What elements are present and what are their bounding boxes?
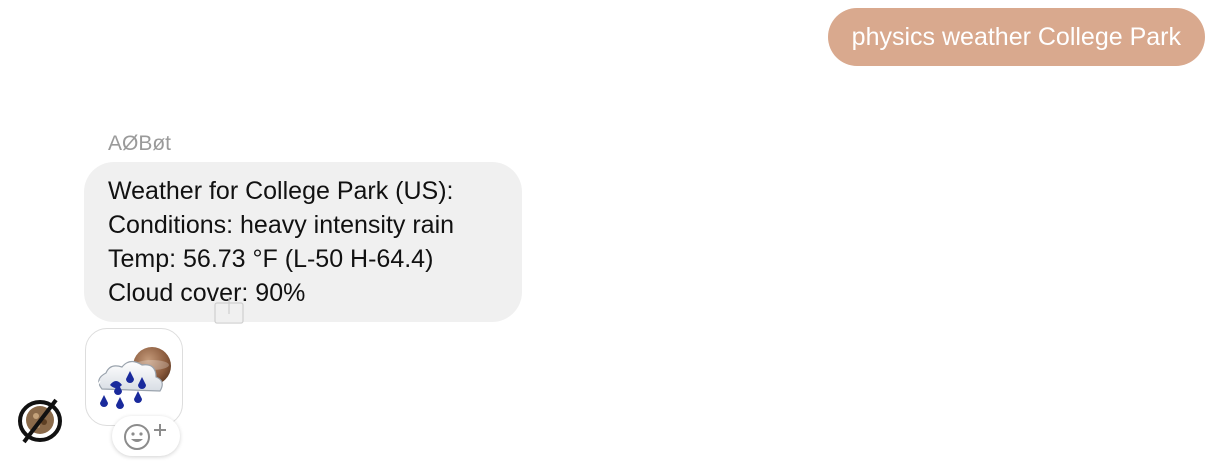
bot-avatar-icon xyxy=(18,398,62,444)
user-message-bubble[interactable]: physics weather College Park xyxy=(827,8,1205,66)
user-message-text: physics weather College Park xyxy=(851,23,1181,51)
bot-avatar[interactable] xyxy=(16,396,66,446)
weather-temp-line: Temp: 56.73 °F (L-50 H-64.4) xyxy=(108,245,434,273)
bot-sender-name: AØBøt xyxy=(108,132,172,155)
weather-cloud-line: Cloud cover: 90% xyxy=(108,279,306,307)
add-reaction-button[interactable] xyxy=(112,416,180,456)
weather-location-line: Weather for College Park (US): xyxy=(108,177,454,205)
add-reaction-icon xyxy=(124,424,166,450)
weather-image-attachment[interactable] xyxy=(85,328,183,426)
share-icon[interactable] xyxy=(214,296,244,324)
heavy-rain-night-icon xyxy=(95,347,171,409)
weather-conditions-line: Conditions: heavy intensity rain xyxy=(108,211,455,239)
chat-page: physics weather College Park AØBøt Weath… xyxy=(0,0,1214,468)
bot-message-bubble[interactable]: Weather for College Park (US): Condition… xyxy=(84,162,522,322)
